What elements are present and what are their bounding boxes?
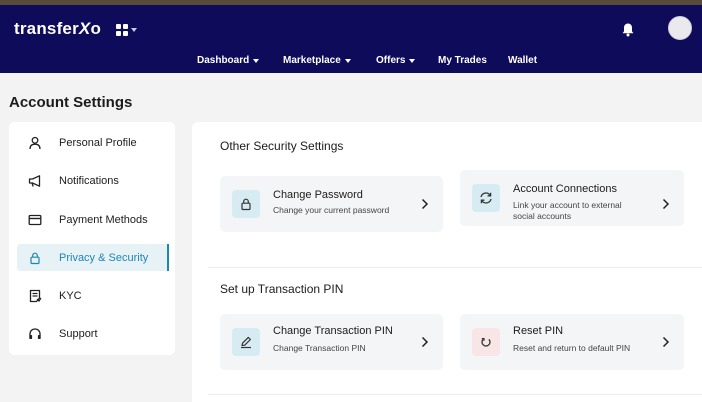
- brand-logo[interactable]: transferXo: [14, 19, 101, 39]
- pen-icon: [232, 328, 260, 356]
- apps-menu-button[interactable]: [116, 23, 140, 37]
- menu-marketplace[interactable]: Marketplace: [283, 55, 351, 66]
- menu-offers[interactable]: Offers: [376, 55, 416, 66]
- chevron-right-icon: [421, 198, 429, 210]
- card-subtitle: Change your current password: [273, 205, 390, 215]
- chevron-right-icon: [662, 198, 670, 210]
- settings-main-panel: Other Security Settings Change Password …: [192, 122, 702, 402]
- sidebar-item-privacy-security[interactable]: Privacy & Security: [17, 244, 169, 271]
- headset-icon: [26, 325, 44, 343]
- caret-down-icon: [344, 59, 351, 63]
- caret-down-icon: [131, 28, 137, 32]
- card-title: Reset PIN: [513, 325, 564, 337]
- page-title: Account Settings: [9, 94, 133, 111]
- card-subtitle: Change Transaction PIN: [273, 343, 366, 353]
- reset-icon: [472, 328, 500, 356]
- card-title: Change Transaction PIN: [273, 325, 393, 337]
- card-icon: [26, 211, 44, 229]
- chevron-right-icon: [662, 336, 670, 348]
- sidebar-item-label: Notifications: [59, 174, 119, 187]
- lock-icon: [232, 190, 260, 218]
- caret-down-icon: [409, 59, 416, 63]
- card-title: Change Password: [273, 189, 363, 201]
- sidebar-item-label: Privacy & Security: [59, 251, 149, 264]
- card-subtitle: Reset and return to default PIN: [513, 343, 631, 353]
- sidebar-item-support[interactable]: Support: [17, 320, 168, 347]
- sidebar-item-payment-methods[interactable]: Payment Methods: [17, 206, 168, 233]
- sidebar-item-personal-profile[interactable]: Personal Profile: [17, 129, 168, 156]
- apps-grid-icon: [116, 24, 128, 36]
- reset-pin-card[interactable]: Reset PIN Reset and return to default PI…: [460, 314, 684, 370]
- menu-dashboard[interactable]: Dashboard: [197, 55, 260, 66]
- user-avatar[interactable]: [668, 16, 692, 40]
- settings-sidebar: Personal Profile Notifications Payment M…: [9, 122, 175, 355]
- section-title-pin: Set up Transaction PIN: [220, 282, 344, 296]
- chevron-right-icon: [421, 336, 429, 348]
- sync-icon: [472, 184, 500, 212]
- section-title-security: Other Security Settings: [220, 139, 344, 153]
- sidebar-item-label: Payment Methods: [59, 213, 148, 226]
- menu-my-trades[interactable]: My Trades: [438, 55, 487, 66]
- section-divider: [208, 267, 702, 268]
- sidebar-item-label: Support: [59, 327, 98, 340]
- bell-icon[interactable]: [621, 22, 635, 38]
- sidebar-item-kyc[interactable]: KYC: [17, 282, 168, 309]
- card-subtitle: Link your account to external social acco…: [513, 200, 622, 221]
- sidebar-item-label: KYC: [59, 289, 82, 302]
- change-transaction-pin-card[interactable]: Change Transaction PIN Change Transactio…: [220, 314, 443, 370]
- user-icon: [26, 134, 44, 152]
- top-navbar: transferXo Dashboard Marketplace Offers …: [0, 5, 702, 73]
- account-connections-card[interactable]: Account Connections Link your account to…: [460, 170, 684, 226]
- megaphone-icon: [26, 172, 44, 190]
- main-menu: Dashboard Marketplace Offers My Trades W…: [0, 55, 702, 75]
- card-title: Account Connections: [513, 183, 617, 195]
- id-document-icon: [26, 287, 44, 305]
- caret-down-icon: [253, 59, 260, 63]
- lock-icon: [26, 249, 44, 267]
- sidebar-item-label: Personal Profile: [59, 136, 137, 149]
- section-divider: [208, 394, 702, 395]
- sidebar-item-notifications[interactable]: Notifications: [17, 167, 168, 194]
- change-password-card[interactable]: Change Password Change your current pass…: [220, 176, 443, 232]
- menu-wallet[interactable]: Wallet: [508, 55, 537, 66]
